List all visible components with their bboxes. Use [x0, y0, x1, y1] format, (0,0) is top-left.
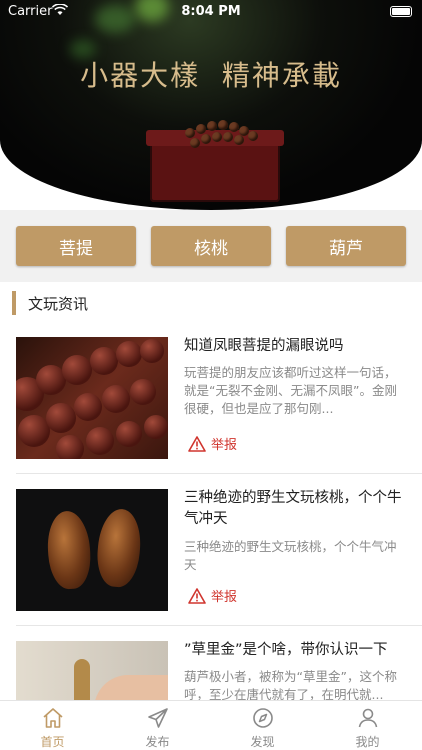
compass-icon — [253, 708, 273, 728]
warning-icon — [188, 435, 206, 452]
hero-banner: 小器大樣 精神承載 — [0, 0, 422, 210]
clock: 8:04 PM — [181, 4, 241, 19]
section-accent-bar — [12, 291, 16, 315]
report-label: 举报 — [211, 590, 238, 605]
report-label: 举报 — [211, 438, 238, 453]
article-summary: 玩菩提的朋友应该都听过这样一句话，就是“无裂不金刚、无漏不凤眼”。金刚很硬，但也… — [184, 365, 397, 416]
hero-title: 小器大樣 精神承載 — [80, 59, 342, 92]
category-walnut-button[interactable]: 核桃 — [151, 226, 271, 266]
battery-icon — [390, 6, 412, 17]
category-gourd-button[interactable]: 葫芦 — [286, 226, 406, 266]
tab-bar: 首页 发布 发现 我的 — [0, 700, 422, 750]
section-title: 文玩资讯 — [28, 295, 89, 313]
tab-home[interactable]: 首页 — [0, 701, 105, 750]
app-screen: 小器大樣 精神承載 Carrier 8:04 PM 菩提 核桃 葫芦 文玩资讯 … — [0, 0, 422, 750]
article-thumbnail[interactable] — [16, 489, 168, 611]
tab-label: 我的 — [355, 735, 380, 749]
user-icon — [358, 708, 378, 728]
status-bar: Carrier 8:04 PM — [0, 0, 422, 24]
report-button[interactable]: 举报 — [188, 434, 237, 453]
home-icon — [43, 708, 63, 728]
article-title[interactable]: 知道凤眼菩提的漏眼说吗 — [184, 336, 406, 357]
tab-discover[interactable]: 发现 — [210, 701, 315, 750]
category-bodhi-button[interactable]: 菩提 — [16, 226, 136, 266]
warning-icon — [188, 587, 206, 604]
article-title[interactable]: ”草里金”是个啥，带你认识一下 — [184, 640, 406, 661]
article-item[interactable]: 知道凤眼菩提的漏眼说吗 玩菩提的朋友应该都听过这样一句话，就是“无裂不金刚、无漏… — [0, 322, 422, 474]
article-item[interactable]: 三种绝迹的野生文玩核桃，个个牛气冲天 三种绝迹的野生文玩核桃，个个牛气冲天 举报 — [0, 474, 422, 626]
article-thumbnail[interactable] — [16, 337, 168, 459]
tab-label: 发现 — [250, 735, 275, 749]
category-bar: 菩提 核桃 葫芦 — [0, 210, 422, 282]
send-icon — [148, 708, 168, 728]
article-summary: 葫芦极小者，被称为“草里金”，这个称呼，至少在唐代就有了，在明代就... — [184, 669, 397, 702]
tab-profile[interactable]: 我的 — [315, 701, 420, 750]
report-button[interactable]: 举报 — [188, 586, 237, 605]
tab-label: 发布 — [145, 735, 170, 749]
article-title[interactable]: 三种绝迹的野生文玩核桃，个个牛气冲天 — [184, 488, 406, 530]
tab-publish[interactable]: 发布 — [105, 701, 210, 750]
jewelry-box-image — [146, 130, 284, 202]
tab-label: 首页 — [40, 735, 65, 749]
article-summary: 三种绝迹的野生文玩核桃，个个牛气冲天 — [184, 539, 397, 572]
section-header: 文玩资讯 — [0, 282, 422, 322]
